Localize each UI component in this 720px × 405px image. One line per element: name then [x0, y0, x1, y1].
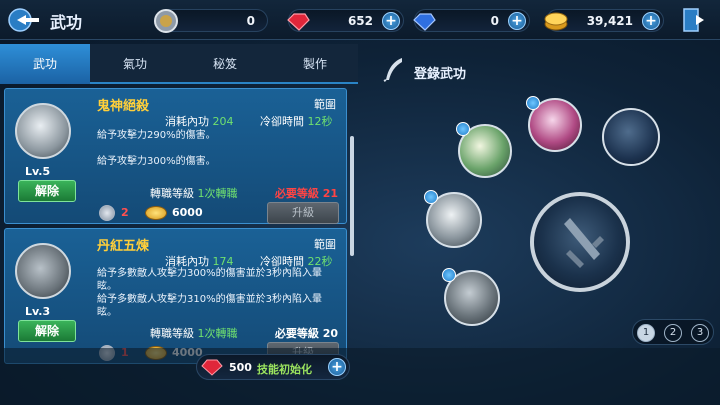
tab-inner-power[interactable]: 氣功	[90, 44, 180, 84]
skill-name: 丹紅五煉	[97, 239, 150, 254]
skill-list[interactable]: Lv.5 解除 鬼神絕殺 範圍 消耗內功 204 冷卻時間 12秒 給予攻擊力2…	[0, 86, 358, 386]
skill-card: Lv.5 解除 鬼神絕殺 範圍 消耗內功 204 冷卻時間 12秒 給予攻擊力2…	[4, 88, 347, 224]
list-scrollbar[interactable]	[350, 136, 354, 256]
unlearn-button[interactable]: 解除	[18, 180, 76, 202]
skill-required-level: 必要等級 21	[274, 187, 338, 200]
page-1-button[interactable]: 1	[637, 324, 655, 342]
page-3-button[interactable]: 3	[691, 324, 709, 342]
equipped-badge-icon	[442, 268, 456, 282]
reset-label: 技能初始化	[257, 363, 312, 376]
add-red-gem-button[interactable]: +	[382, 12, 400, 30]
gold-coin-counter: 39,421 +	[544, 9, 664, 32]
main-skill-slot[interactable]	[530, 192, 630, 292]
reset-cost: 500	[229, 361, 252, 374]
red-gem-icon	[201, 359, 223, 376]
red-gem-icon	[287, 13, 310, 31]
tab-martial-arts[interactable]: 武功	[0, 44, 90, 84]
gold-coin-icon	[145, 206, 167, 220]
bottom-bar	[0, 348, 720, 405]
register-title: 登錄武功	[414, 67, 467, 82]
skill-slot-empty[interactable]	[602, 108, 660, 166]
gold-coin-value: 39,421	[586, 14, 633, 28]
feather-icon	[383, 58, 402, 82]
skill-emblem-icon	[15, 243, 71, 299]
skill-reset-control: 500 技能初始化 +	[196, 354, 350, 380]
skill-tabs: 武功 氣功 秘笈 製作	[0, 44, 358, 84]
skill-advance-level: 轉職等級 1次轉職	[150, 187, 238, 200]
top-bar: 武功 0 652 + 0 + 39,421 +	[0, 0, 720, 40]
skill-reset-button[interactable]: +	[328, 358, 346, 376]
skill-range: 範圍	[314, 238, 336, 251]
skill-required-level: 必要等級 20	[274, 327, 338, 340]
skill-cooldown: 冷卻時間 12秒	[260, 115, 333, 128]
silver-orb-icon	[99, 205, 115, 221]
add-blue-gem-button[interactable]: +	[508, 12, 526, 30]
blue-gem-counter: 0 +	[413, 9, 530, 32]
blue-gem-icon	[413, 13, 436, 31]
exit-door-icon[interactable]	[680, 6, 708, 34]
silver-orb-value: 0	[246, 14, 255, 28]
orb-cost: 2	[121, 206, 129, 219]
page-2-button[interactable]: 2	[664, 324, 682, 342]
red-gem-counter: 652 +	[287, 9, 404, 32]
skill-desc-current: 給予攻擊力290%的傷害。	[97, 130, 216, 141]
gold-cost: 6000	[172, 206, 203, 219]
equipped-badge-icon	[526, 96, 540, 110]
silver-orb-icon	[154, 9, 178, 33]
upgrade-button[interactable]: 升級	[267, 202, 339, 224]
skill-level: Lv.5	[25, 165, 51, 178]
red-gem-value: 652	[347, 14, 373, 28]
skill-cost: 消耗內功 204	[165, 115, 234, 128]
page-selector: 1 2 3	[632, 319, 714, 345]
skill-emblem-icon	[15, 103, 71, 159]
tab-secret-manual[interactable]: 秘笈	[180, 44, 270, 84]
blue-gem-value: 0	[490, 14, 499, 28]
unlearn-button[interactable]: 解除	[18, 320, 76, 342]
skill-card: Lv.3 解除 丹紅五煉 範圍 消耗內功 174 冷卻時間 22秒 給予多數敵人…	[4, 228, 347, 364]
skill-desc-next: 給予多數敵人攻擊力310%的傷害並於3秒內陷入暈眩。	[97, 294, 322, 318]
equipped-badge-icon	[456, 122, 470, 136]
skill-register-panel: 登錄武功 1 2 3	[362, 44, 720, 349]
skill-advance-level: 轉職等級 1次轉職	[150, 327, 238, 340]
equipped-badge-icon	[424, 190, 438, 204]
add-gold-button[interactable]: +	[642, 12, 660, 30]
tab-crafting[interactable]: 製作	[270, 44, 360, 84]
back-arrow-icon[interactable]	[8, 8, 44, 32]
skill-range: 範圍	[314, 98, 336, 111]
skill-name: 鬼神絕殺	[97, 99, 150, 114]
sword-icon	[564, 218, 604, 268]
gold-coin-icon	[544, 12, 568, 31]
skill-desc-current: 給予多數敵人攻擊力300%的傷害並於3秒內陷入暈眩。	[97, 268, 322, 292]
silver-orb-counter: 0	[154, 9, 268, 33]
skill-desc-next: 給予攻擊力300%的傷害。	[97, 156, 216, 167]
skill-level: Lv.3	[25, 305, 51, 318]
page-title: 武功	[50, 13, 83, 32]
